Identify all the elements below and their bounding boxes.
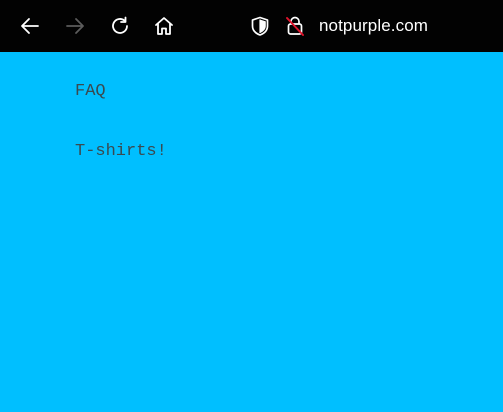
browser-toolbar: notpurple.com [0,0,503,52]
site-security-button[interactable] [281,12,309,40]
reload-icon [112,16,128,34]
back-button[interactable] [16,12,44,40]
page-content: FAQ T-shirts! [0,52,503,412]
tracking-protection-button[interactable] [246,12,274,40]
url-text[interactable]: notpurple.com [319,16,428,36]
tshirts-link[interactable]: T-shirts! [75,142,167,161]
insecure-lock-icon [286,16,304,36]
reload-button[interactable] [106,12,134,40]
forward-arrow-icon [66,18,84,34]
home-icon [155,17,173,35]
back-arrow-icon [21,18,39,34]
address-bar[interactable]: notpurple.com [246,12,428,40]
forward-button[interactable] [61,12,89,40]
shield-icon [251,16,269,36]
home-button[interactable] [150,12,178,40]
faq-link[interactable]: FAQ [75,82,106,101]
